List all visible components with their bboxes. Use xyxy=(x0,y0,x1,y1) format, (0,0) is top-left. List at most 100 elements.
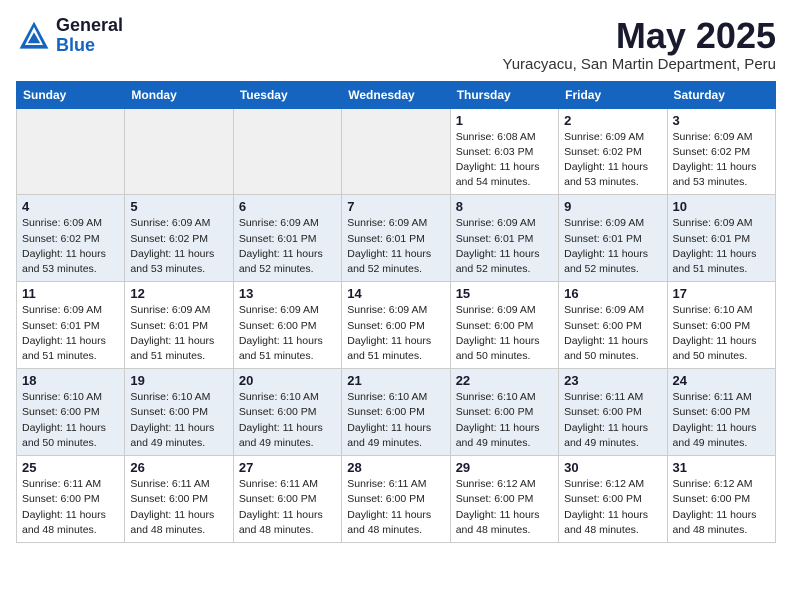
day-info: Sunrise: 6:10 AM Sunset: 6:00 PM Dayligh… xyxy=(673,303,770,364)
calendar-week-row: 25 Sunrise: 6:11 AM Sunset: 6:00 PM Dayli… xyxy=(17,456,776,543)
day-info: Sunrise: 6:09 AM Sunset: 6:02 PM Dayligh… xyxy=(130,216,227,277)
day-number: 19 xyxy=(130,373,227,388)
calendar-cell: 12 Sunrise: 6:09 AM Sunset: 6:01 PM Dayli… xyxy=(125,282,233,369)
calendar-cell: 5 Sunrise: 6:09 AM Sunset: 6:02 PM Daylig… xyxy=(125,195,233,282)
day-info: Sunrise: 6:11 AM Sunset: 6:00 PM Dayligh… xyxy=(673,390,770,451)
calendar-cell: 13 Sunrise: 6:09 AM Sunset: 6:00 PM Dayli… xyxy=(233,282,341,369)
calendar-cell: 10 Sunrise: 6:09 AM Sunset: 6:01 PM Dayli… xyxy=(667,195,775,282)
day-info: Sunrise: 6:09 AM Sunset: 6:01 PM Dayligh… xyxy=(22,303,119,364)
calendar-cell xyxy=(342,108,450,195)
day-info: Sunrise: 6:11 AM Sunset: 6:00 PM Dayligh… xyxy=(347,477,444,538)
day-info: Sunrise: 6:09 AM Sunset: 6:01 PM Dayligh… xyxy=(673,216,770,277)
calendar-cell: 14 Sunrise: 6:09 AM Sunset: 6:00 PM Dayli… xyxy=(342,282,450,369)
day-number: 18 xyxy=(22,373,119,388)
weekday-header-monday: Monday xyxy=(125,81,233,108)
calendar-cell: 25 Sunrise: 6:11 AM Sunset: 6:00 PM Dayli… xyxy=(17,456,125,543)
day-info: Sunrise: 6:11 AM Sunset: 6:00 PM Dayligh… xyxy=(564,390,661,451)
day-number: 20 xyxy=(239,373,336,388)
calendar-cell: 3Sunrise: 6:09 AM Sunset: 6:02 PM Daylig… xyxy=(667,108,775,195)
day-info: Sunrise: 6:09 AM Sunset: 6:01 PM Dayligh… xyxy=(347,216,444,277)
day-info: Sunrise: 6:12 AM Sunset: 6:00 PM Dayligh… xyxy=(564,477,661,538)
day-number: 31 xyxy=(673,460,770,475)
calendar-cell: 19 Sunrise: 6:10 AM Sunset: 6:00 PM Dayli… xyxy=(125,369,233,456)
calendar-week-row: 18 Sunrise: 6:10 AM Sunset: 6:00 PM Dayli… xyxy=(17,369,776,456)
weekday-header-friday: Friday xyxy=(559,81,667,108)
day-info: Sunrise: 6:10 AM Sunset: 6:00 PM Dayligh… xyxy=(239,390,336,451)
day-number: 4 xyxy=(22,199,119,214)
day-number: 30 xyxy=(564,460,661,475)
day-number: 25 xyxy=(22,460,119,475)
day-info: Sunrise: 6:09 AM Sunset: 6:02 PM Dayligh… xyxy=(564,130,661,191)
calendar-cell: 8Sunrise: 6:09 AM Sunset: 6:01 PM Daylig… xyxy=(450,195,558,282)
calendar-cell xyxy=(17,108,125,195)
calendar-cell xyxy=(125,108,233,195)
day-number: 14 xyxy=(347,286,444,301)
day-number: 6 xyxy=(239,199,336,214)
day-number: 10 xyxy=(673,199,770,214)
day-info: Sunrise: 6:09 AM Sunset: 6:02 PM Dayligh… xyxy=(673,130,770,191)
day-info: Sunrise: 6:09 AM Sunset: 6:01 PM Dayligh… xyxy=(130,303,227,364)
day-info: Sunrise: 6:09 AM Sunset: 6:01 PM Dayligh… xyxy=(456,216,553,277)
day-number: 1 xyxy=(456,113,553,128)
calendar-cell: 28 Sunrise: 6:11 AM Sunset: 6:00 PM Dayli… xyxy=(342,456,450,543)
day-number: 12 xyxy=(130,286,227,301)
calendar-week-row: 11Sunrise: 6:09 AM Sunset: 6:01 PM Dayli… xyxy=(17,282,776,369)
day-info: Sunrise: 6:10 AM Sunset: 6:00 PM Dayligh… xyxy=(22,390,119,451)
day-number: 2 xyxy=(564,113,661,128)
weekday-header-thursday: Thursday xyxy=(450,81,558,108)
calendar-cell: 15 Sunrise: 6:09 AM Sunset: 6:00 PM Dayli… xyxy=(450,282,558,369)
calendar-cell: 24 Sunrise: 6:11 AM Sunset: 6:00 PM Dayli… xyxy=(667,369,775,456)
calendar-cell: 6 Sunrise: 6:09 AM Sunset: 6:01 PM Daylig… xyxy=(233,195,341,282)
calendar-cell: 22Sunrise: 6:10 AM Sunset: 6:00 PM Dayli… xyxy=(450,369,558,456)
day-info: Sunrise: 6:11 AM Sunset: 6:00 PM Dayligh… xyxy=(239,477,336,538)
day-number: 16 xyxy=(564,286,661,301)
day-number: 29 xyxy=(456,460,553,475)
day-number: 26 xyxy=(130,460,227,475)
calendar-cell: 11Sunrise: 6:09 AM Sunset: 6:01 PM Dayli… xyxy=(17,282,125,369)
day-info: Sunrise: 6:09 AM Sunset: 6:00 PM Dayligh… xyxy=(347,303,444,364)
day-info: Sunrise: 6:08 AM Sunset: 6:03 PM Dayligh… xyxy=(456,130,553,191)
calendar-cell: 18 Sunrise: 6:10 AM Sunset: 6:00 PM Dayli… xyxy=(17,369,125,456)
day-info: Sunrise: 6:09 AM Sunset: 6:02 PM Dayligh… xyxy=(22,216,119,277)
calendar-cell: 23 Sunrise: 6:11 AM Sunset: 6:00 PM Dayli… xyxy=(559,369,667,456)
calendar-cell: 30 Sunrise: 6:12 AM Sunset: 6:00 PM Dayli… xyxy=(559,456,667,543)
calendar-cell: 31 Sunrise: 6:12 AM Sunset: 6:00 PM Dayli… xyxy=(667,456,775,543)
day-info: Sunrise: 6:09 AM Sunset: 6:00 PM Dayligh… xyxy=(564,303,661,364)
day-info: Sunrise: 6:11 AM Sunset: 6:00 PM Dayligh… xyxy=(22,477,119,538)
calendar-cell: 26Sunrise: 6:11 AM Sunset: 6:00 PM Dayli… xyxy=(125,456,233,543)
calendar-cell: 2 Sunrise: 6:09 AM Sunset: 6:02 PM Daylig… xyxy=(559,108,667,195)
day-info: Sunrise: 6:10 AM Sunset: 6:00 PM Dayligh… xyxy=(130,390,227,451)
title-block: May 2025 Yuracyacu, San Martin Departmen… xyxy=(503,16,776,73)
logo-icon xyxy=(16,18,52,54)
day-number: 21 xyxy=(347,373,444,388)
day-number: 23 xyxy=(564,373,661,388)
calendar-cell: 7Sunrise: 6:09 AM Sunset: 6:01 PM Daylig… xyxy=(342,195,450,282)
day-number: 13 xyxy=(239,286,336,301)
day-number: 17 xyxy=(673,286,770,301)
day-info: Sunrise: 6:12 AM Sunset: 6:00 PM Dayligh… xyxy=(673,477,770,538)
day-number: 15 xyxy=(456,286,553,301)
calendar-week-row: 1 Sunrise: 6:08 AM Sunset: 6:03 PM Daylig… xyxy=(17,108,776,195)
location-subtitle: Yuracyacu, San Martin Department, Peru xyxy=(503,56,776,73)
page-header: General Blue May 2025 Yuracyacu, San Mar… xyxy=(16,16,776,73)
calendar-cell xyxy=(233,108,341,195)
weekday-header-sunday: Sunday xyxy=(17,81,125,108)
day-info: Sunrise: 6:09 AM Sunset: 6:01 PM Dayligh… xyxy=(239,216,336,277)
month-title: May 2025 xyxy=(503,16,776,56)
day-info: Sunrise: 6:10 AM Sunset: 6:00 PM Dayligh… xyxy=(456,390,553,451)
day-number: 5 xyxy=(130,199,227,214)
day-number: 9 xyxy=(564,199,661,214)
day-number: 24 xyxy=(673,373,770,388)
day-number: 28 xyxy=(347,460,444,475)
calendar-cell: 27 Sunrise: 6:11 AM Sunset: 6:00 PM Dayli… xyxy=(233,456,341,543)
calendar-cell: 21Sunrise: 6:10 AM Sunset: 6:00 PM Dayli… xyxy=(342,369,450,456)
weekday-header-tuesday: Tuesday xyxy=(233,81,341,108)
calendar-table: SundayMondayTuesdayWednesdayThursdayFrid… xyxy=(16,81,776,543)
day-info: Sunrise: 6:09 AM Sunset: 6:00 PM Dayligh… xyxy=(456,303,553,364)
weekday-header-wednesday: Wednesday xyxy=(342,81,450,108)
day-info: Sunrise: 6:09 AM Sunset: 6:00 PM Dayligh… xyxy=(239,303,336,364)
calendar-cell: 29Sunrise: 6:12 AM Sunset: 6:00 PM Dayli… xyxy=(450,456,558,543)
day-number: 27 xyxy=(239,460,336,475)
calendar-header-row: SundayMondayTuesdayWednesdayThursdayFrid… xyxy=(17,81,776,108)
logo-text: General Blue xyxy=(56,16,123,56)
